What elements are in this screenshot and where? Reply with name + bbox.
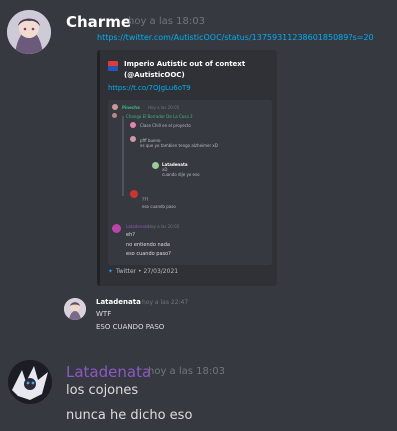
message-latadenata: Latadenata hoy a las 22:47 WTF ESO CUAND…	[0, 290, 397, 350]
embed-image-text: eso cuando paso	[142, 204, 176, 209]
avatar[interactable]	[8, 360, 52, 404]
username[interactable]: Latadenata	[66, 363, 151, 381]
avatar	[130, 190, 138, 198]
message-text: ESO CUANDO PASO	[96, 323, 165, 331]
username[interactable]: Latadenata	[96, 298, 141, 306]
embed-image-username: Pinecha	[122, 105, 140, 110]
username[interactable]: Charme	[66, 13, 131, 31]
message-latadenata: Latadenata hoy a las 18:03 los cojones n…	[0, 350, 397, 431]
embed-author[interactable]: Imperio Autistic out of context (@Autist…	[124, 59, 274, 81]
timestamp: hoy a las 18:03	[128, 16, 205, 27]
avatar	[112, 224, 121, 233]
avatar	[130, 136, 136, 142]
message-charme: Charme hoy a las 18:03 https://twitter.c…	[0, 0, 397, 290]
embed-image-text: eso cuando paso?	[126, 251, 171, 257]
embed-image-text: eh?	[126, 232, 135, 238]
embed-footer-text: Twitter • 27/03/2021	[116, 268, 179, 275]
embed-image-username: Latadenata	[126, 224, 149, 229]
avatar[interactable]	[7, 10, 51, 54]
message-link[interactable]: https://twitter.com/AutisticOOC/status/1…	[97, 33, 374, 42]
quote-bar	[122, 116, 124, 196]
embed-image-text: Chango El Borrador De La Cosa 3	[126, 114, 193, 119]
embed-footer: ✦ Twitter • 27/03/2021	[108, 268, 178, 275]
embed-image-text: cuando dije yo eso	[162, 172, 200, 177]
avatar	[112, 113, 117, 118]
avatar[interactable]	[64, 298, 86, 320]
message-text: nunca he dicho eso	[66, 408, 193, 423]
twitter-bird-icon: ✦	[108, 268, 114, 275]
embed-image-text: es que yo tambien tengo alzheimer xD	[140, 143, 218, 148]
embed-image[interactable]: Pinecha Hoy a las 20:05 Chango El Borrad…	[108, 100, 272, 265]
embed-image-text: no entiendo nada	[126, 242, 170, 248]
avatar	[112, 104, 118, 110]
avatar	[130, 122, 136, 128]
twitter-embed: Imperio Autistic out of context (@Autist…	[97, 50, 277, 286]
embed-image-text: Clase Chill en el proyecto	[140, 123, 191, 128]
message-text: WTF	[96, 310, 112, 318]
timestamp: hoy a las 22:47	[142, 299, 189, 306]
embed-link[interactable]: https://t.co/7OJgLu6oT9	[108, 84, 191, 92]
timestamp: hoy a las 18:03	[148, 366, 225, 377]
message-text: los cojones	[66, 383, 139, 398]
embed-image-meta: Hoy a las 20:05	[148, 224, 180, 229]
embed-image-text: ???	[142, 197, 149, 202]
author-flag-icon	[108, 61, 118, 71]
avatar	[152, 162, 159, 169]
embed-image-meta: Hoy a las 20:05	[148, 105, 180, 110]
